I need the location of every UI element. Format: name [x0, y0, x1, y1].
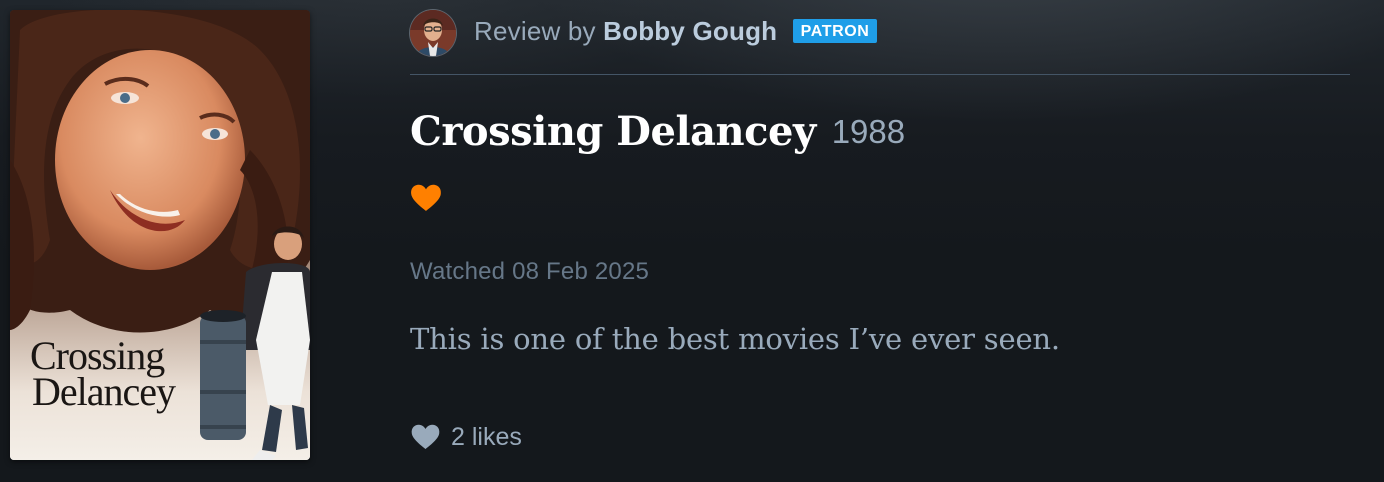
- likes-button[interactable]: 2 likes: [410, 421, 522, 453]
- poster-title: Crossing Delancey: [30, 336, 176, 414]
- film-year[interactable]: 1988: [832, 113, 905, 150]
- film-heading: Crossing Delancey 1988: [410, 108, 905, 155]
- reviewed-by-prefix: Review by: [474, 16, 596, 46]
- liked-heart-icon: [410, 184, 442, 212]
- reviewer-name[interactable]: Bobby Gough: [603, 16, 777, 46]
- poster-title-line: Delancey: [32, 369, 176, 414]
- review-header: Review by Bobby Gough PATRON: [410, 10, 1350, 75]
- likes-count[interactable]: 2 likes: [451, 423, 522, 452]
- avatar[interactable]: [410, 10, 456, 56]
- watched-date[interactable]: Watched 08 Feb 2025: [410, 258, 649, 286]
- film-poster[interactable]: Crossing Delancey: [10, 10, 310, 460]
- reviewed-by-line: Review by Bobby Gough PATRON: [474, 16, 878, 47]
- film-title[interactable]: Crossing Delancey: [410, 108, 816, 155]
- avatar-image: [410, 10, 456, 56]
- review-text: This is one of the best movies I’ve ever…: [410, 322, 1060, 356]
- heart-icon: [411, 184, 441, 211]
- heart-icon: [411, 424, 440, 450]
- patron-badge[interactable]: PATRON: [792, 19, 878, 43]
